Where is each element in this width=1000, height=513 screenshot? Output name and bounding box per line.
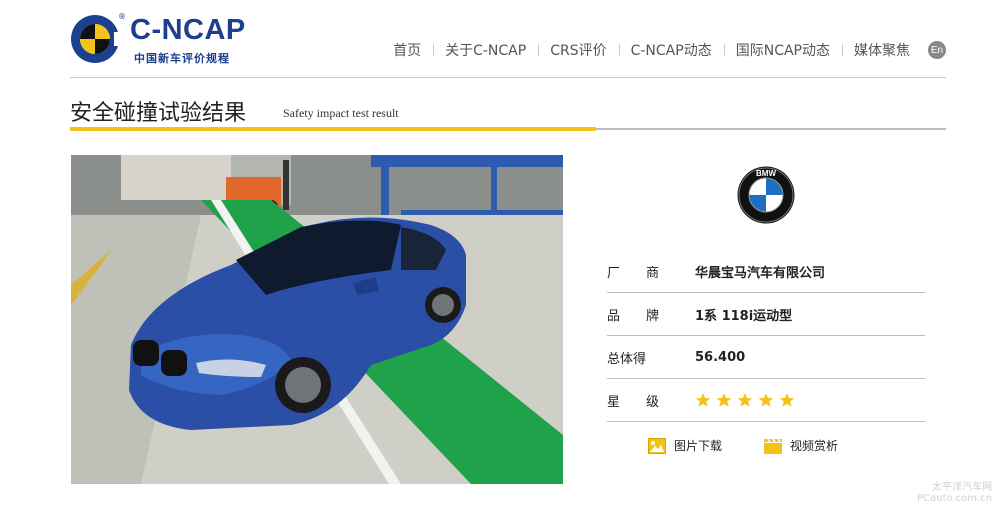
header-divider [70, 77, 946, 78]
cncap-logo[interactable]: ® C-NCAP 中国新车评价规程 [70, 12, 270, 68]
cncap-logo-icon [71, 15, 120, 63]
star-icon [758, 393, 774, 407]
vehicle-photo-image [71, 155, 563, 484]
star-icon [716, 393, 732, 407]
page-title: 安全碰撞试验结果 [70, 101, 247, 126]
vehicle-info-table: 厂 商 华晨宝马汽车有限公司 品 牌 1系 118i运动型 总体得 56.400… [607, 250, 925, 422]
info-row-model: 品 牌 1系 118i运动型 [607, 293, 925, 336]
star-icon [779, 393, 795, 407]
nav-item-about[interactable]: 关于C-NCAP [433, 40, 538, 60]
model-value: 1系 118i运动型 [695, 308, 793, 324]
video-icon [764, 438, 783, 454]
score-label: 总体得 [607, 351, 647, 367]
photo-download-button[interactable]: 图片下载 [648, 437, 722, 454]
star-rating [695, 392, 795, 408]
watermark-line-1: 太平洋汽车网 [932, 482, 992, 493]
bmw-logo: BMW [737, 166, 795, 224]
manufacturer-value: 华晨宝马汽车有限公司 [695, 265, 826, 281]
title-rule-accent [70, 127, 596, 131]
page-subtitle: Safety impact test result [283, 106, 399, 120]
image-icon [648, 437, 666, 454]
manufacturer-label: 厂 商 [607, 265, 660, 281]
star-icon [737, 393, 753, 407]
video-view-label: 视频赏析 [790, 439, 839, 453]
site-watermark: 太平洋汽车网 PCauto.com.cn [917, 482, 992, 504]
logo-tagline: 中国新车评价规程 [134, 52, 230, 65]
nav-item-media[interactable]: 媒体聚焦 [842, 40, 922, 60]
model-label: 品 牌 [607, 308, 660, 324]
stars-label: 星 级 [607, 394, 660, 410]
info-row-stars: 星 级 [607, 379, 925, 422]
logo-wordmark: C-NCAP [130, 14, 246, 46]
bmw-logo-lettering: BMW [756, 169, 776, 178]
info-row-score: 总体得 56.400 [607, 336, 925, 379]
site-header: ® C-NCAP 中国新车评价规程 首页 关于C-NCAP CRS评价 C-NC… [70, 8, 946, 78]
registered-mark: ® [118, 12, 126, 21]
media-actions: 图片下载 视频赏析 [648, 437, 838, 454]
language-toggle[interactable]: En [928, 41, 946, 59]
photo-download-label: 图片下载 [674, 439, 723, 453]
video-view-button[interactable]: 视频赏析 [764, 437, 838, 454]
score-value: 56.400 [695, 349, 746, 365]
main-nav: 首页 关于C-NCAP CRS评价 C-NCAP动态 国际NCAP动态 媒体聚焦… [381, 40, 946, 60]
nav-item-intl-news[interactable]: 国际NCAP动态 [723, 40, 842, 60]
info-row-manufacturer: 厂 商 华晨宝马汽车有限公司 [607, 250, 925, 293]
nav-item-news[interactable]: C-NCAP动态 [618, 40, 724, 60]
nav-item-crs[interactable]: CRS评价 [538, 40, 618, 60]
watermark-line-2: PCauto.com.cn [917, 493, 992, 504]
nav-item-home[interactable]: 首页 [381, 40, 433, 60]
vehicle-photo [71, 155, 563, 484]
star-icon [695, 393, 711, 407]
